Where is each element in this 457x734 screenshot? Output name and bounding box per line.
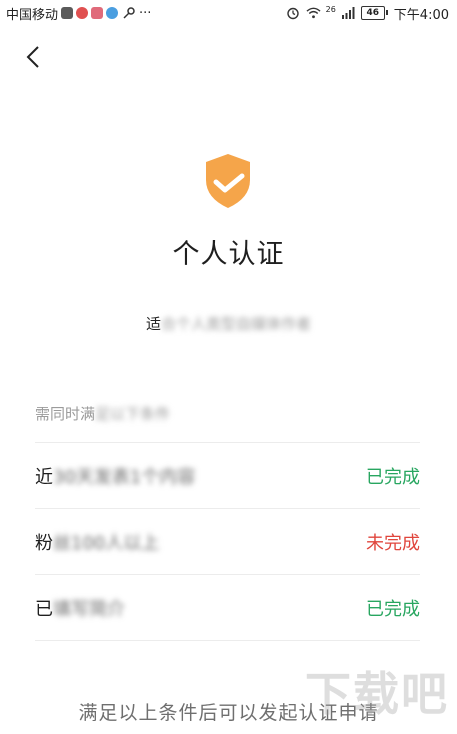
battery-icon: 46 bbox=[360, 6, 388, 20]
requirement-status: 已完成 bbox=[366, 598, 420, 620]
requirements-header-visible: 需同时满 bbox=[35, 405, 96, 423]
subtitle-blurred: 合个人类型自媒体作者 bbox=[161, 315, 312, 333]
more-notifications: ··· bbox=[139, 5, 152, 21]
requirement-row: 粉丝100人以上 未完成 bbox=[35, 508, 420, 574]
back-icon bbox=[26, 46, 39, 68]
signal-label: 26 bbox=[325, 4, 336, 14]
status-bar: 中国移动 ··· 26 46 下午4:00 bbox=[0, 0, 457, 26]
camera-app-icon bbox=[91, 7, 104, 19]
requirements-list: 近30天发表1个内容 已完成 粉丝100人以上 未完成 已填写简介 已完成 bbox=[35, 442, 420, 641]
requirement-row: 近30天发表1个内容 已完成 bbox=[35, 442, 420, 508]
requirement-row: 已填写简介 已完成 bbox=[35, 574, 420, 641]
requirement-label-blurred: 填写简介 bbox=[53, 598, 125, 620]
alarm-icon bbox=[286, 6, 301, 21]
watermark-logo: 下载吧 bbox=[305, 667, 449, 721]
requirement-label: 已填写简介 bbox=[35, 595, 125, 621]
requirements-header-blurred: 足以下条件 bbox=[95, 405, 171, 423]
requirement-label: 近30天发表1个内容 bbox=[35, 463, 195, 489]
wifi-icon bbox=[306, 6, 321, 21]
requirement-label-blurred: 30天发表1个内容 bbox=[53, 466, 196, 488]
shield-check-icon bbox=[203, 152, 253, 210]
requirement-label-visible: 已 bbox=[35, 598, 53, 620]
carrier-name: 中国移动 bbox=[6, 7, 59, 23]
key-icon bbox=[121, 6, 136, 21]
requirement-label: 粉丝100人以上 bbox=[35, 529, 159, 555]
requirement-label-visible: 粉 bbox=[35, 532, 53, 554]
requirement-status: 已完成 bbox=[366, 466, 420, 488]
requirement-label-blurred: 丝100人以上 bbox=[53, 532, 160, 554]
page-title: 个人认证 bbox=[172, 239, 285, 270]
signal-icon bbox=[341, 6, 356, 21]
page-subtitle: 适合个人类型自媒体作者 bbox=[0, 313, 457, 334]
clock: 下午4:00 bbox=[393, 7, 449, 23]
requirements-header: 需同时满足以下条件 bbox=[35, 403, 170, 424]
requirement-label-visible: 近 bbox=[35, 466, 53, 488]
subtitle-visible: 适 bbox=[145, 315, 161, 333]
browser-app-icon bbox=[106, 7, 119, 19]
status-bar-right: 26 46 下午4:00 bbox=[286, 4, 457, 23]
requirement-status: 未完成 bbox=[366, 532, 420, 554]
app-notification-icon bbox=[61, 7, 74, 19]
map-pin-icon bbox=[76, 7, 89, 19]
back-button[interactable] bbox=[18, 42, 48, 72]
status-bar-left: 中国移动 ··· bbox=[0, 4, 151, 23]
